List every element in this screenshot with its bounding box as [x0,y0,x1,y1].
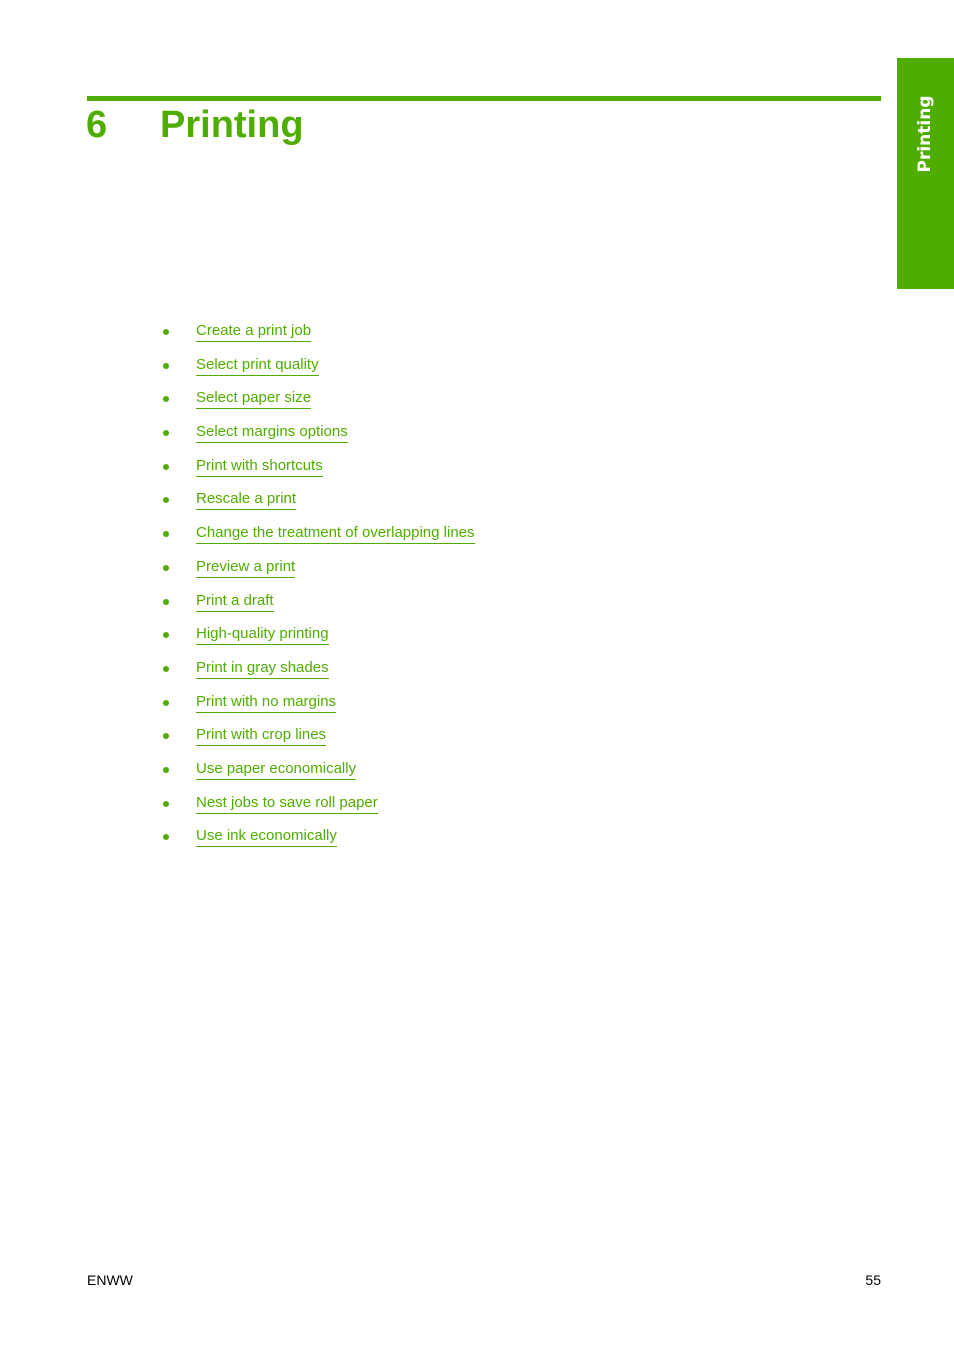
toc-link-select-margins-options[interactable]: Select margins options [196,422,348,444]
chapter-number: 6 [86,104,108,146]
footer-locale: ENWW [87,1272,133,1288]
bullet-icon [163,598,169,605]
bullet-icon [163,564,169,571]
list-item: Use paper economically [160,759,475,793]
list-item: Print with crop lines [160,725,475,759]
bullet-icon [163,665,169,672]
toc-link-create-print-job[interactable]: Create a print job [196,321,312,342]
bullet-icon [163,699,169,706]
chapter-title: Printing [160,104,304,146]
toc-link-paper-economically[interactable]: Use paper economically [196,759,357,780]
list-item: Use ink economically [160,826,475,860]
toc-link-select-paper-size[interactable]: Select paper size [196,388,312,410]
bullet-icon [163,834,169,841]
bullet-icon [163,632,169,639]
list-item: Preview a print [160,557,475,591]
bullet-icon [163,733,169,740]
toc-link-select-print-quality[interactable]: Select print quality [196,355,319,376]
list-item: Nest jobs to save roll paper [160,793,475,827]
bullet-icon [163,766,169,773]
side-tab-label: Printing [915,95,935,173]
list-item: Print with shortcuts [160,456,475,490]
bullet-icon [163,362,169,369]
toc-link-preview-print[interactable]: Preview a print [196,557,296,578]
toc-link-nest-jobs[interactable]: Nest jobs to save roll paper [196,793,378,814]
bullet-icon [163,800,169,807]
toc-link-crop-lines[interactable]: Print with crop lines [196,725,327,747]
toc-link-print-with-shortcuts[interactable]: Print with shortcuts [196,456,323,477]
bullet-icon [163,531,169,538]
list-item: Select print quality [160,355,475,389]
toc-link-print-draft[interactable]: Print a draft [196,591,274,612]
list-item: Print in gray shades [160,658,475,692]
list-item: Print with no margins [160,692,475,726]
toc-link-overlapping-lines[interactable]: Change the treatment of overlapping line… [196,523,475,545]
list-item: Select paper size [160,388,475,422]
bullet-icon [163,463,169,470]
bullet-icon [163,497,169,504]
toc-link-high-quality-printing[interactable]: High-quality printing [196,624,329,646]
chapter-side-tab: Printing [897,58,954,289]
toc-link-rescale-print[interactable]: Rescale a print [196,489,297,511]
bullet-icon [163,430,169,437]
list-item: Change the treatment of overlapping line… [160,523,475,557]
list-item: High-quality printing [160,624,475,658]
page-number: 55 [865,1272,881,1288]
bullet-icon [163,329,169,335]
chapter-contents-list: Create a print job Select print quality … [160,321,475,860]
toc-link-no-margins[interactable]: Print with no margins [196,692,337,713]
toc-link-gray-shades[interactable]: Print in gray shades [196,658,329,679]
list-item: Print a draft [160,591,475,625]
bullet-icon [163,396,169,403]
list-item: Rescale a print [160,489,475,523]
list-item: Create a print job [160,321,475,355]
list-item: Select margins options [160,422,475,456]
toc-link-ink-economically[interactable]: Use ink economically [196,826,337,848]
